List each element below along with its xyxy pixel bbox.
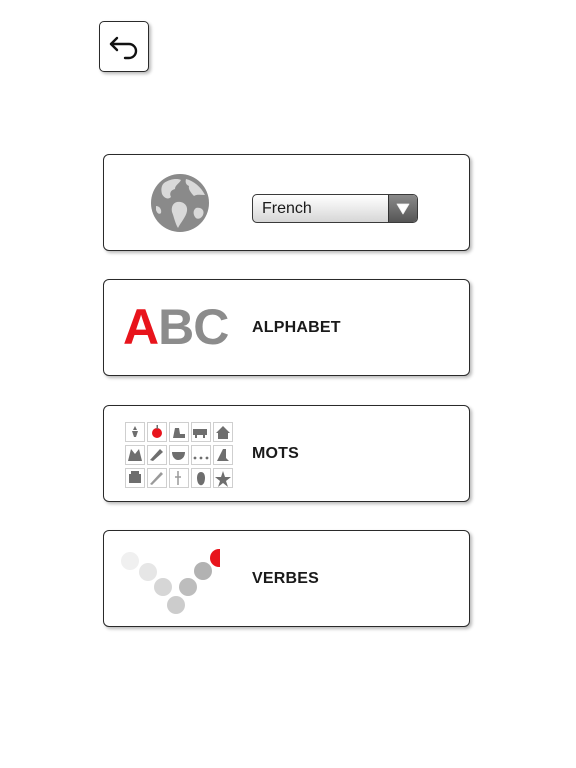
mots-label: MOTS	[252, 445, 300, 462]
language-select-value: French	[262, 200, 312, 217]
alphabet-button[interactable]: ABC ALPHABET	[103, 279, 470, 376]
back-button[interactable]	[99, 21, 149, 72]
alphabet-label: ALPHABET	[252, 319, 341, 336]
language-select[interactable]: French	[252, 194, 418, 223]
abc-icon: ABC	[123, 280, 229, 375]
abc-icon-bc: BC	[158, 299, 229, 355]
verbes-button[interactable]: VERBES	[103, 530, 470, 627]
globe-icon	[151, 174, 209, 232]
language-card: French	[103, 154, 470, 251]
back-arrow-icon	[109, 36, 138, 59]
verbes-label: VERBES	[252, 570, 319, 587]
mots-button[interactable]: MOTS	[103, 405, 470, 502]
abc-icon-a: A	[123, 299, 159, 355]
word-pictures-grid-icon	[125, 422, 233, 488]
verb-dots-icon	[121, 549, 220, 614]
chevron-down-icon[interactable]	[388, 195, 417, 222]
